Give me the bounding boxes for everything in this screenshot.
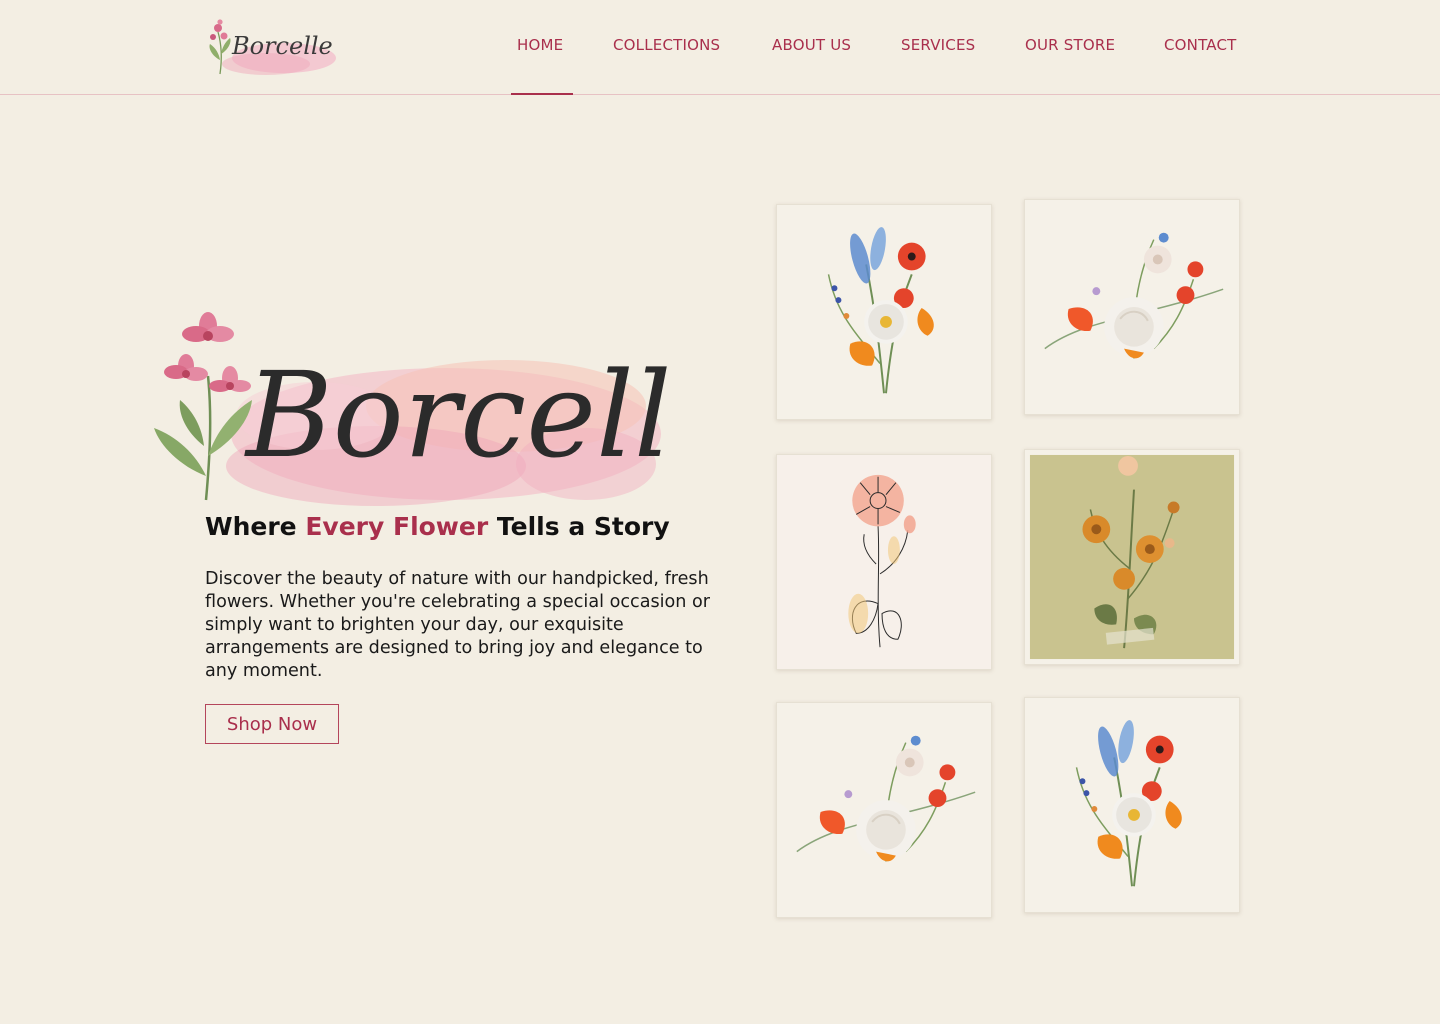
site-header: Borcelle HOME COLLECTIONS ABOUT US SERVI… (0, 0, 1440, 95)
hero-tagline: Where Every Flower Tells a Story (205, 512, 670, 541)
nav-about-us[interactable]: ABOUT US (772, 36, 851, 54)
nav-collections[interactable]: COLLECTIONS (613, 36, 720, 54)
peony-bouquet-icon (1044, 232, 1224, 359)
svg-text:Borcelle: Borcelle (244, 346, 672, 484)
wildflower-bouquet-icon (827, 227, 934, 394)
nav-contact[interactable]: CONTACT (1164, 36, 1237, 54)
gallery-card[interactable] (1024, 199, 1240, 415)
tagline-start: Where (205, 512, 306, 541)
gallery-card[interactable] (776, 454, 992, 670)
main-nav: HOME COLLECTIONS ABOUT US SERVICES OUR S… (0, 36, 1440, 60)
peony-bouquet-icon (796, 735, 976, 862)
gallery-card[interactable] (776, 204, 992, 420)
gallery-card[interactable] (1024, 697, 1240, 913)
nav-services[interactable]: SERVICES (901, 36, 975, 54)
hero-description: Discover the beauty of nature with our h… (205, 569, 711, 681)
tagline-end: Tells a Story (488, 512, 670, 541)
nav-our-store[interactable]: OUR STORE (1025, 36, 1115, 54)
gallery-card[interactable] (1024, 449, 1240, 665)
shop-now-button[interactable]: Shop Now (205, 704, 339, 744)
nav-home[interactable]: HOME (517, 36, 563, 54)
wildflower-bouquet-icon (1075, 720, 1182, 887)
line-art-flower-icon (848, 474, 916, 648)
hero-logo: Borcelle (154, 312, 672, 506)
gallery-card[interactable] (776, 702, 992, 918)
nav-active-indicator (511, 93, 573, 95)
tagline-accent: Every Flower (305, 512, 489, 541)
dried-flowers-icon (1029, 454, 1235, 660)
